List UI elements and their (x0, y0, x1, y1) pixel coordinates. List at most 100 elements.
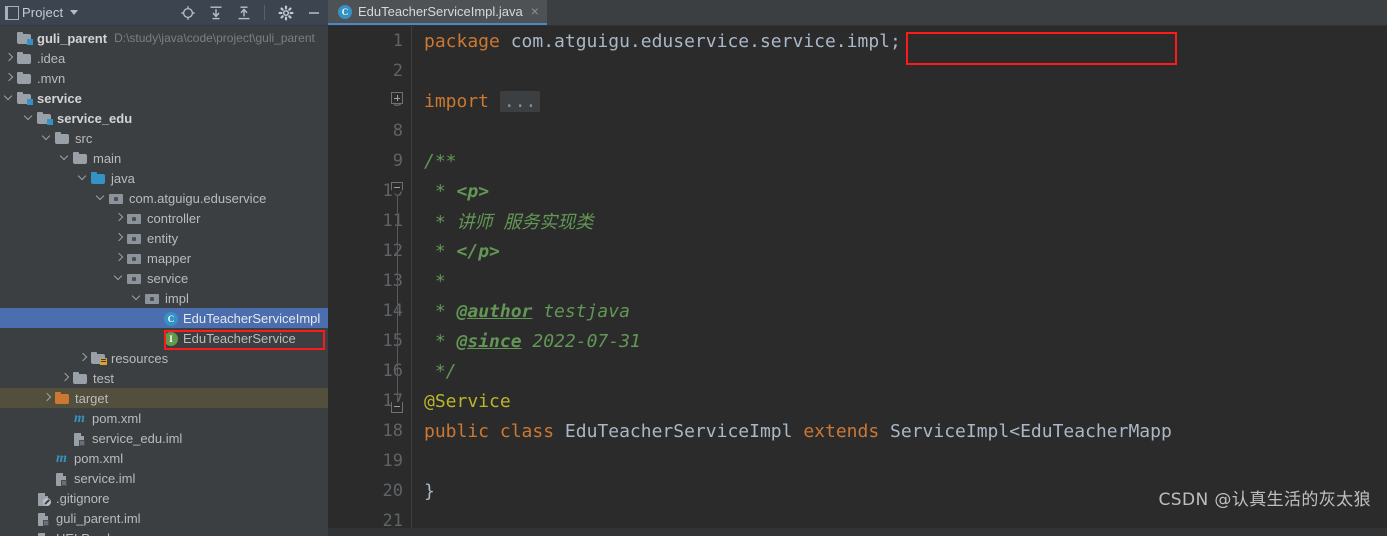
tree-node-main[interactable]: main (0, 148, 328, 168)
tree-expander[interactable] (4, 30, 15, 46)
line-number: 14 (382, 301, 403, 321)
tree-expander[interactable] (4, 50, 15, 66)
line-number: 9 (392, 151, 403, 171)
tree-node-java[interactable]: java (0, 168, 328, 188)
folded-imports-placeholder[interactable]: ... (499, 90, 541, 112)
tree-expander[interactable] (78, 350, 89, 366)
tree-node-pom-xml-edu[interactable]: m pom.xml (0, 408, 328, 428)
tree-node-test[interactable]: test (0, 368, 328, 388)
tree-node-target[interactable]: target (0, 388, 328, 408)
tree-node-com-atguigu-eduservice[interactable]: com.atguigu.eduservice (0, 188, 328, 208)
tree-expander[interactable] (114, 230, 125, 246)
tree-node-label: target (75, 390, 109, 406)
tree-node-service-iml[interactable]: service.iml (0, 468, 328, 488)
tree-expander[interactable] (4, 70, 15, 86)
fold-collapse-javadoc-end-icon[interactable] (391, 402, 403, 413)
tree-node-label: impl (165, 290, 189, 306)
tree-expander[interactable] (114, 210, 125, 226)
tree-node-src[interactable]: src (0, 128, 328, 148)
tree-node-controller[interactable]: controller (0, 208, 328, 228)
tree-node-mapper[interactable]: mapper (0, 248, 328, 268)
tree-node-label: EduTeacherServiceImpl (183, 310, 321, 326)
tree-node-gitignore[interactable]: .gitignore (0, 488, 328, 508)
tree-expander[interactable] (60, 150, 71, 166)
tree-node-impl[interactable]: impl (0, 288, 328, 308)
code-line-16: */ (424, 356, 1387, 386)
tree-expander[interactable] (60, 370, 71, 386)
tree-node-help-md[interactable]: HELP.md (0, 528, 328, 536)
editor-gutter[interactable]: 1 2 3 8 9 10 11 12 13 14 15 16 17 18 19 … (328, 26, 412, 536)
tree-node-eduteacherserviceimpl[interactable]: C EduTeacherServiceImpl (0, 308, 328, 328)
module-folder-icon (37, 111, 53, 126)
java-interface-icon: I (163, 331, 178, 346)
javadoc-html-tag: </p> (456, 240, 500, 262)
tree-node-label: pom.xml (92, 410, 142, 426)
tree-expander[interactable] (114, 270, 125, 286)
package-icon (127, 231, 142, 246)
code-content[interactable]: package com.atguigu.eduservice.service.i… (412, 26, 1387, 536)
tree-node-guli_parent[interactable]: guli_parent D:\study\java\code\project\g… (0, 28, 328, 48)
tree-node-label: .gitignore (56, 490, 110, 506)
code-line-9: /** (424, 146, 1387, 176)
tree-expander[interactable] (42, 130, 53, 146)
tree-expander[interactable] (42, 390, 53, 406)
tree-node-guli-parent-iml[interactable]: guli_parent.iml (0, 508, 328, 528)
line-number: 13 (382, 271, 403, 291)
tree-node-resources[interactable]: resources (0, 348, 328, 368)
tree-node-service-package[interactable]: service (0, 268, 328, 288)
tree-expander (41, 450, 52, 466)
tree-node-service[interactable]: service (0, 88, 328, 108)
tree-node-mvn[interactable]: .mvn (0, 68, 328, 88)
tree-node-pom-xml-service[interactable]: m pom.xml (0, 448, 328, 468)
collapse-all-icon[interactable] (235, 4, 252, 21)
tree-node-label: service (147, 270, 189, 286)
iml-file-icon (72, 431, 87, 446)
expand-all-icon[interactable] (207, 4, 224, 21)
tree-expander[interactable] (24, 110, 35, 126)
javadoc-star: * (424, 330, 457, 352)
tree-node-eduteacherservice[interactable]: I EduTeacherService (0, 328, 328, 348)
project-path-label: D:\study\java\code\project\guli_parent (114, 31, 315, 45)
close-icon[interactable]: × (531, 4, 539, 18)
tree-expander[interactable] (114, 250, 125, 266)
code-line-13: * (424, 266, 1387, 296)
package-icon (127, 251, 142, 266)
tree-node-label: test (93, 370, 114, 386)
tree-node-label: entity (147, 230, 179, 246)
line-number: 15 (382, 331, 403, 351)
closing-brace: } (424, 480, 435, 502)
locate-icon[interactable] (179, 4, 196, 21)
package-name: com.atguigu.eduservice.service.impl; (510, 30, 901, 52)
tree-node-service_edu[interactable]: service_edu (0, 108, 328, 128)
editor-tab-eduteacherserviceimpl[interactable]: C EduTeacherServiceImpl.java × (328, 0, 547, 25)
folder-icon (55, 131, 70, 146)
tree-node-idea[interactable]: .idea (0, 48, 328, 68)
line-number: 18 (382, 421, 403, 441)
module-folder-icon (17, 31, 33, 46)
watermark-text: CSDN @认真生活的灰太狼 (1158, 490, 1371, 510)
maven-icon: m (74, 410, 85, 426)
gear-icon[interactable] (277, 4, 294, 21)
javadoc-author-tag: @author (456, 300, 533, 322)
chevron-down-icon[interactable] (70, 10, 79, 15)
tree-expander (23, 530, 34, 536)
tree-expander[interactable] (4, 90, 15, 106)
tree-node-entity[interactable]: entity (0, 228, 328, 248)
javadoc-close: */ (424, 360, 457, 382)
project-panel-title-group[interactable]: Project (4, 5, 79, 20)
service-annotation: @Service (424, 390, 511, 412)
line-number: 8 (392, 121, 403, 141)
tree-node-service-edu-iml[interactable]: service_edu.iml (0, 428, 328, 448)
fold-expand-import-icon[interactable] (391, 92, 403, 104)
javadoc-open: /** (424, 150, 457, 172)
editor-tab-label: EduTeacherServiceImpl.java (358, 3, 523, 19)
tree-expander[interactable] (132, 290, 143, 306)
code-line-11: * 讲师 服务实现类 (424, 206, 1387, 236)
tree-expander[interactable] (78, 170, 89, 186)
hide-panel-icon[interactable] (305, 4, 322, 21)
project-panel-title: Project (22, 5, 64, 20)
code-editor[interactable]: 1 2 3 8 9 10 11 12 13 14 15 16 17 18 19 … (328, 26, 1387, 536)
tree-expander[interactable] (96, 190, 107, 206)
project-tree[interactable]: guli_parent D:\study\java\code\project\g… (0, 26, 328, 536)
tree-expander (41, 470, 52, 486)
